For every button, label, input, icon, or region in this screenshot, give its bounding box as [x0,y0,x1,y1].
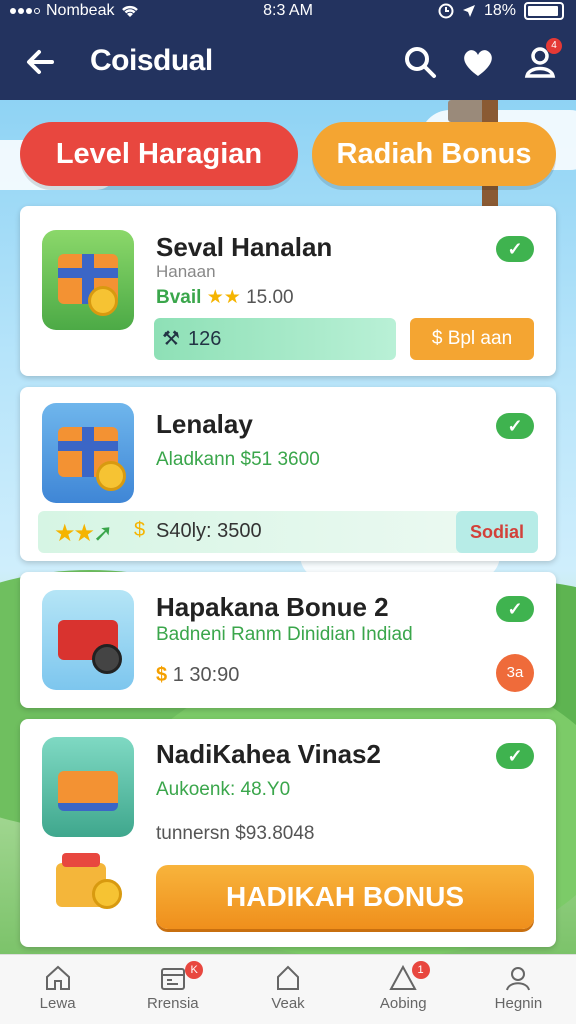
clock-icon [438,3,454,19]
star-rating-icon: ★★➚ [54,520,113,547]
check-icon: ✓ [496,596,534,622]
coin-icon [96,461,126,491]
home-icon [45,965,70,990]
nav-label: Veak [271,995,305,1012]
price-line: tunnersn $93.8048 [156,823,315,844]
nav-badge: K [185,961,204,979]
nav-label: Aobing [379,995,427,1012]
check-icon: ✓ [496,743,534,769]
nav-label: Hegnin [494,995,543,1012]
coin-small-icon: $ [156,664,168,686]
info-badge[interactable]: 3a [496,654,534,692]
reward-card: Lenalay Aladkann $51 3600 ★★➚ $ S40ly: 3… [20,387,556,561]
tab-bonus[interactable]: Radiah Bonus [312,122,556,186]
reward-card: Hapakana Bonue 2 Badneni Ranm Dinidian I… [20,572,556,708]
gift-box-thumbnail [42,230,134,330]
notification-badge: 4 [546,38,562,54]
nav-badge: 1 [411,961,430,979]
nav-item-profile[interactable]: Hegnin [461,955,576,1024]
check-icon: ✓ [496,413,534,439]
claim-button[interactable]: $ Bpl aan [410,318,534,360]
tab-level[interactable]: Level Haragian [20,122,298,186]
coin-small-icon: $ [134,519,146,541]
strip-value: S40ly: 3500 [156,520,262,542]
progress-value: 126 [188,328,222,350]
user-notification-button[interactable]: 4 [522,38,562,80]
nav-item-calendar[interactable]: K Rrensia [115,955,230,1024]
location-icon [462,5,475,17]
search-icon[interactable] [402,44,438,80]
nav-item-alerts[interactable]: 1 Aobing [346,955,461,1024]
status-bar: Nombeak 8:3 AM 18% [0,0,576,24]
card-amount: $ 1 30:90 [156,664,239,687]
card-title: Lenalay [156,409,253,439]
nav-label: Lewa [39,995,76,1012]
app-header: Nombeak 8:3 AM 18% Coisdual 4 [0,0,576,100]
battery-icon [524,2,564,20]
check-icon: ✓ [496,236,534,262]
battery-percent: 18% [483,2,516,19]
rating-value: 15.00 [246,287,294,308]
bottom-nav: Lewa K Rrensia Veak 1 Aobing Hegnin [0,954,576,1024]
bonus-cta-button[interactable]: HADIKAH BONUS [156,865,534,929]
reward-card: Seval Hanalan Hanaan Bvail ★★ 15.00 ⚒ 12… [20,206,556,376]
gift-box-thumbnail [42,403,134,503]
card-subtitle-text: Aukoenk: 48.Y0 [156,779,291,800]
coin-icon [88,286,118,316]
nav-item-home[interactable]: Lewa [0,955,115,1024]
reward-card: NadiKahea Vinas2 Aukoenk: 48.Y0 tunnersn… [20,719,556,947]
cart-thumbnail [42,590,134,690]
profile-icon [506,967,531,991]
house-icon [277,965,299,990]
reward-strip: ★★➚ $ S40ly: 3500 Sodial [38,511,538,553]
card-subtitle: Badneni Ranm Dinidian Indiad [156,624,413,646]
card-title: Seval Hanalan [156,232,333,262]
progress-bar: ⚒ 126 [154,318,396,360]
heart-icon[interactable] [460,44,496,80]
coin-pile-icon [56,853,126,913]
nav-label: Rrensia [146,995,199,1012]
card-rating: Bvail ★★ 15.00 [156,286,294,309]
card-subtitle: Hanaan [156,262,216,281]
hammer-icon: ⚒ [162,328,180,350]
card-title: Hapakana Bonue 2 [156,592,389,622]
card-subtitle-text: Aladkann $51 3600 [156,449,320,470]
chest-thumbnail [42,737,134,837]
rating-label: Bvail [156,287,202,308]
star-icon: ★★ [206,287,241,308]
chest-icon [58,771,118,811]
amount-value: 1 30:90 [172,664,240,686]
back-arrow-icon[interactable] [22,44,58,80]
card-subtitle: Aladkann $51 3600 [156,449,320,471]
calendar-icon [160,968,185,990]
wheel-icon [92,644,122,674]
card-title: NadiKahea Vinas2 [156,739,381,769]
nav-item-house[interactable]: Veak [230,955,345,1024]
card-subtitle: Aukoenk: 48.Y0 [156,779,290,801]
card-subtitle-text: Badneni Ranm Dinidian Indiad [156,624,413,645]
page-title: Coisdual [90,44,213,77]
social-button[interactable]: Sodial [456,511,538,553]
